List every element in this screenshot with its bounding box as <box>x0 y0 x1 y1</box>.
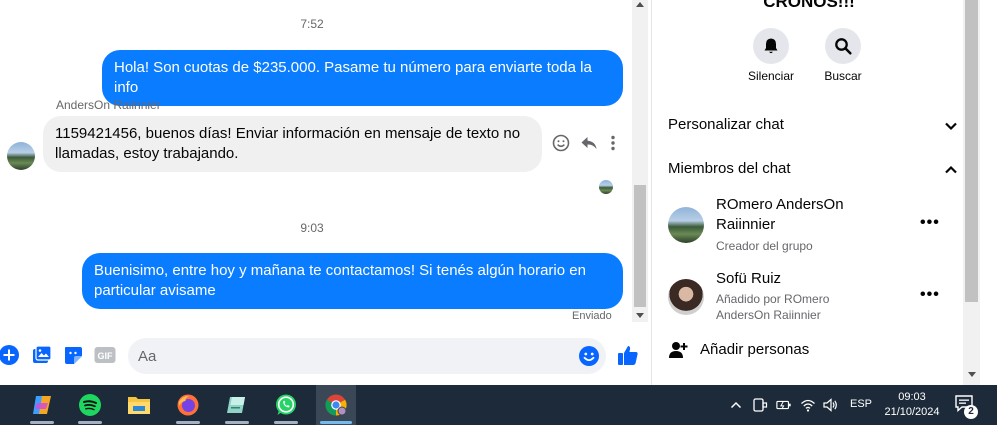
react-emoji-icon[interactable] <box>552 134 570 152</box>
input-language[interactable]: ESP <box>850 398 872 410</box>
scroll-down-arrow[interactable] <box>636 313 644 318</box>
clock[interactable]: 09:03 21/10/2024 <box>880 390 944 420</box>
section-label: Miembros del chat <box>668 160 791 177</box>
search-label: Buscar <box>824 69 862 83</box>
emoji-picker-icon[interactable] <box>578 345 600 367</box>
more-options-icon[interactable] <box>608 134 618 152</box>
scrollbar-thumb[interactable] <box>634 185 646 307</box>
gif-icon[interactable]: GIF <box>94 344 116 366</box>
message-text-line: Buenisimo, entre hoy y mañana te contact… <box>94 262 586 279</box>
member-name[interactable]: Sofü Ruiz <box>716 269 781 289</box>
message-input[interactable] <box>138 338 568 374</box>
message-composer[interactable] <box>128 338 606 374</box>
group-title: CRONOS!!! <box>763 0 855 11</box>
scrollbar-thumb[interactable] <box>965 0 978 302</box>
member-more-options-icon[interactable]: ••• <box>920 214 940 232</box>
mute-button[interactable] <box>753 28 789 64</box>
message-outgoing[interactable]: Hola! Son cuotas de $235.000. Pasame tu … <box>102 50 623 106</box>
member-avatar[interactable] <box>668 207 704 243</box>
mute-label: Silenciar <box>747 69 795 83</box>
copilot-icon[interactable] <box>22 385 62 425</box>
member-role: Añadido por ROmero AndersOn Raiinnier <box>716 291 829 323</box>
show-hidden-icons-chevron-up-icon[interactable] <box>728 397 744 413</box>
windows-taskbar: ESP 09:03 21/10/2024 2 <box>0 385 997 425</box>
sender-avatar[interactable] <box>7 142 35 170</box>
customize-chat-row[interactable]: Personalizar chat <box>668 116 958 133</box>
member-name-line: ROmero AndersOn <box>716 196 844 213</box>
svg-text:GIF: GIF <box>98 351 114 361</box>
reply-icon[interactable] <box>580 134 598 152</box>
message-text-line: 1159421456, buenos días! Enviar informac… <box>55 125 521 142</box>
wifi-icon[interactable] <box>800 397 816 413</box>
add-people-label: Añadir personas <box>700 341 810 358</box>
thumbs-up-icon[interactable] <box>616 343 640 367</box>
clock-date: 21/10/2024 <box>884 406 940 418</box>
messenger-window: 7:52 Hola! Son cuotas de $235.000. Pasam… <box>0 0 997 425</box>
message-actions <box>552 134 618 152</box>
battery-icon[interactable] <box>776 397 792 413</box>
panel-scrollbar[interactable] <box>963 0 980 385</box>
app-running-indicator <box>176 421 200 424</box>
chat-scrollbar[interactable] <box>632 0 648 322</box>
app-running-indicator <box>78 421 102 424</box>
file-explorer-icon[interactable] <box>119 385 159 425</box>
message-text: Hola! Son cuotas de $235.000. Pasame tu … <box>114 59 592 96</box>
volume-icon[interactable] <box>822 397 838 413</box>
notes-app-icon[interactable] <box>217 385 257 425</box>
chevron-down-icon <box>945 122 957 131</box>
scroll-down-arrow[interactable] <box>968 372 976 377</box>
add-person-icon <box>669 342 688 358</box>
chat-members-row[interactable]: Miembros del chat <box>668 160 958 177</box>
message-status: Enviado <box>572 310 612 322</box>
member-more-options-icon[interactable]: ••• <box>920 286 940 304</box>
section-label: Personalizar chat <box>668 116 784 133</box>
spotify-icon[interactable] <box>70 385 110 425</box>
search-icon <box>835 38 852 55</box>
message-text-line: particular avisame <box>94 282 216 299</box>
chrome-icon[interactable] <box>316 385 356 425</box>
chevron-up-icon <box>945 165 957 174</box>
read-receipt-avatar <box>599 180 613 194</box>
message-outgoing[interactable]: Buenisimo, entre hoy y mañana te contact… <box>82 253 623 309</box>
firefox-icon[interactable] <box>168 385 208 425</box>
sender-name: AndersOn Raiinnier <box>56 98 161 112</box>
app-running-indicator <box>274 421 298 424</box>
member-role: Creador del grupo <box>716 239 813 253</box>
app-running-indicator <box>30 421 54 424</box>
app-running-indicator <box>225 421 249 424</box>
member-role-line: AndersOn Raiinnier <box>716 308 821 322</box>
app-active-indicator <box>320 421 352 424</box>
member-role-line: Añadido por ROmero <box>716 292 830 306</box>
member-name-line: Raiinnier <box>716 216 776 233</box>
clock-time: 09:03 <box>898 391 926 403</box>
timestamp-separator: 7:52 <box>300 17 324 31</box>
sticker-icon[interactable] <box>62 344 84 366</box>
message-incoming[interactable]: 1159421456, buenos días! Enviar informac… <box>43 116 542 172</box>
chat-pane: 7:52 Hola! Son cuotas de $235.000. Pasam… <box>0 0 650 385</box>
bell-icon <box>764 38 778 54</box>
more-actions-plus-icon[interactable] <box>0 344 20 366</box>
search-button[interactable] <box>825 28 861 64</box>
meet-now-icon[interactable] <box>752 397 768 413</box>
member-avatar[interactable] <box>668 279 704 315</box>
whatsapp-icon[interactable] <box>266 385 306 425</box>
message-text-line: llamadas, estoy trabajando. <box>55 145 239 162</box>
member-name[interactable]: ROmero AndersOn Raiinnier <box>716 195 844 235</box>
gallery-icon[interactable] <box>31 344 53 366</box>
scroll-up-arrow[interactable] <box>636 2 644 7</box>
timestamp-separator: 9:03 <box>300 221 324 235</box>
chat-info-panel: CRONOS!!! Silenciar Buscar Personalizar … <box>651 0 981 385</box>
notification-count-badge: 2 <box>964 405 978 419</box>
